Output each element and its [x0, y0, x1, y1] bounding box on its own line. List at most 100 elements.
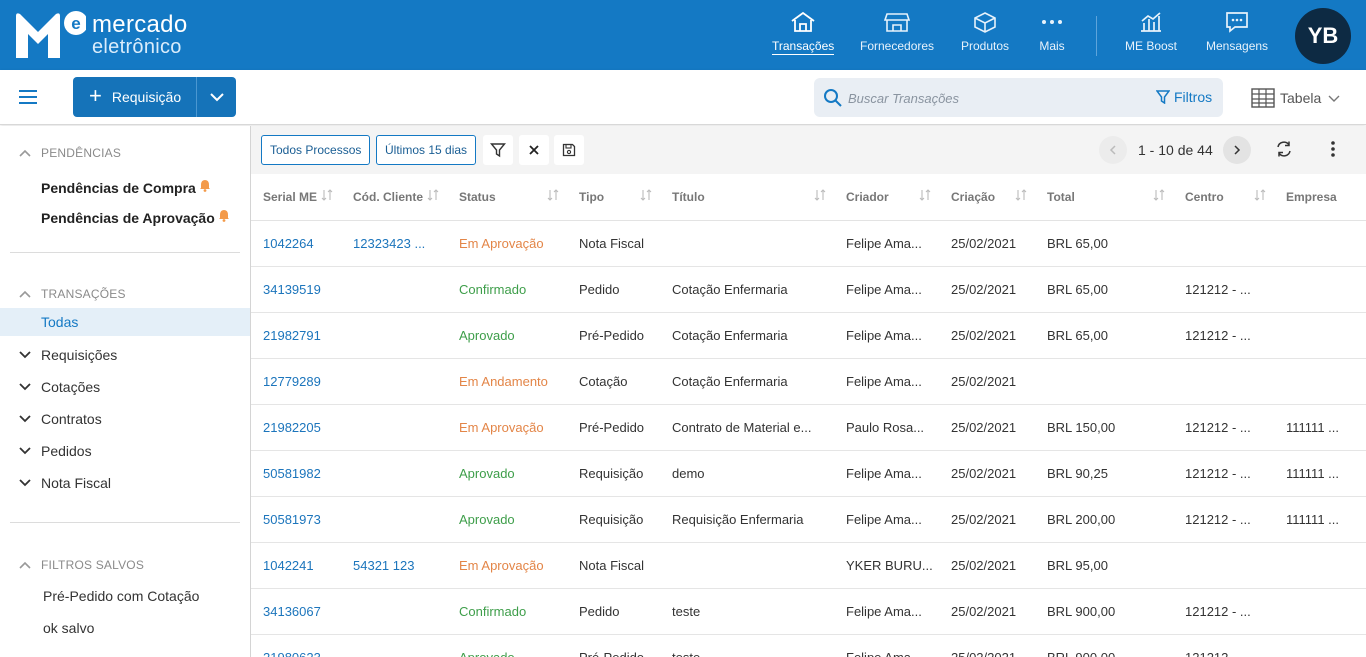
table-cell: Cotação Enfermaria: [660, 266, 834, 313]
serial-link[interactable]: 34139519: [251, 266, 341, 313]
sidebar-item-cotacoes[interactable]: Cotações: [18, 379, 100, 395]
column-header[interactable]: Centro: [1173, 174, 1274, 221]
column-header[interactable]: Serial ME: [251, 174, 341, 221]
requisition-dropdown-button[interactable]: [197, 77, 236, 117]
table-cell: teste: [660, 588, 834, 635]
more-options-icon[interactable]: [1330, 140, 1336, 158]
brand-logo[interactable]: e mercado eletrônico: [14, 10, 187, 60]
nav-me-boost[interactable]: ME Boost: [1125, 10, 1177, 53]
previous-page-button[interactable]: [1099, 136, 1127, 164]
table-row[interactable]: 21982791 Aprovado Pré-Pedido Cotação Enferm…: [251, 312, 1366, 359]
table-cell: BRL 65,00: [1035, 312, 1173, 359]
next-page-button[interactable]: [1223, 136, 1251, 164]
sidebar-item-pendencias-aprovacao[interactable]: Pendências de Aprovação: [41, 209, 230, 226]
clear-filters-button[interactable]: [519, 135, 549, 165]
table-cell: [1274, 634, 1366, 657]
table-cell: 121212 - ...: [1173, 312, 1274, 359]
refresh-icon[interactable]: [1275, 140, 1293, 158]
table-row[interactable]: 34139519 Confirmado Pedido Cotação Enfermar…: [251, 266, 1366, 313]
serial-link[interactable]: 50581973: [251, 496, 341, 543]
table-cell: demo: [660, 450, 834, 497]
serial-link[interactable]: 12779289: [251, 358, 341, 405]
client-code-cell: [341, 312, 447, 359]
sort-icon: [321, 189, 333, 201]
view-mode-select[interactable]: Tabela: [1251, 88, 1346, 108]
serial-link[interactable]: 50581982: [251, 450, 341, 497]
table-row[interactable]: 12779289 Em Andamento Cotação Cotação Enfer…: [251, 358, 1366, 405]
table-cell: Requisição: [567, 450, 660, 497]
column-header[interactable]: Título: [660, 174, 834, 221]
section-filtros-salvos[interactable]: FILTROS SALVOS: [18, 558, 144, 572]
table-row[interactable]: 50581982 Aprovado Requisição demo Felipe Ama…: [251, 450, 1366, 497]
table-row[interactable]: 50581973 Aprovado Requisição Requisição Enf…: [251, 496, 1366, 543]
sidebar-item-nota-fiscal[interactable]: Nota Fiscal: [18, 475, 111, 491]
action-bar: + Requisição Filtros Tabela: [0, 70, 1366, 125]
sidebar-item-todas[interactable]: Todas: [0, 308, 250, 336]
column-header[interactable]: Empresa: [1274, 174, 1366, 221]
nav-transacoes[interactable]: Transações: [772, 10, 835, 55]
column-header[interactable]: Status: [447, 174, 567, 221]
table-row[interactable]: 1042241 54321 123 Em Aprovação Nota Fiscal Y…: [251, 542, 1366, 589]
period-filter-button[interactable]: Últimos 15 dias: [376, 135, 477, 165]
message-icon: [1226, 12, 1248, 33]
bell-icon: [199, 179, 210, 192]
serial-link[interactable]: 34136067: [251, 588, 341, 635]
sidebar-item-pendencias-compra[interactable]: Pendências de Compra: [41, 179, 211, 196]
table-row[interactable]: 21980623 Aprovado Pré-Pedido teste Felipe Am…: [251, 634, 1366, 657]
serial-link[interactable]: 21982205: [251, 404, 341, 451]
sidebar-item-requisicoes[interactable]: Requisições: [18, 347, 117, 363]
brand-line-1: mercado: [92, 11, 188, 38]
section-transacoes[interactable]: TRANSAÇÕES: [18, 287, 126, 301]
sidebar-item-pedidos[interactable]: Pedidos: [18, 443, 92, 459]
saved-filter-item[interactable]: ok salvo: [43, 620, 94, 636]
table-cell: 25/02/2021: [939, 496, 1035, 543]
table-cell: [660, 542, 834, 589]
table-cell: Cotação Enfermaria: [660, 358, 834, 405]
chevron-up-icon: [19, 290, 31, 298]
table-cell: 121212 - ...: [1173, 450, 1274, 497]
filters-button[interactable]: Filtros: [1156, 89, 1212, 105]
menu-icon[interactable]: [19, 90, 37, 104]
section-pendencias[interactable]: PENDÊNCIAS: [18, 146, 121, 160]
filters-label: Filtros: [1174, 89, 1213, 105]
nav-fornecedores[interactable]: Fornecedores: [860, 10, 934, 53]
sidebar-divider: [10, 522, 240, 523]
nav-label: Fornecedores: [860, 39, 935, 53]
new-requisition-button[interactable]: + Requisição: [73, 77, 197, 117]
process-filter-button[interactable]: Todos Processos: [261, 135, 371, 165]
column-header[interactable]: Criador: [834, 174, 939, 221]
client-code-cell: [341, 450, 447, 497]
filter-button[interactable]: [483, 135, 513, 165]
nav-mais[interactable]: Mais: [1039, 10, 1065, 53]
column-header[interactable]: Cód. Cliente: [341, 174, 447, 221]
serial-link[interactable]: 1042241: [251, 542, 341, 589]
nav-mensagens[interactable]: Mensagens: [1206, 10, 1268, 53]
chevron-down-icon: [19, 383, 31, 391]
column-header[interactable]: Criação: [939, 174, 1035, 221]
sidebar-item-label: Pendências de Compra: [41, 180, 196, 196]
chevron-up-icon: [19, 561, 31, 569]
serial-link[interactable]: 1042264: [251, 220, 341, 267]
nav-produtos[interactable]: Produtos: [961, 10, 1009, 53]
sort-icon: [814, 189, 826, 201]
table-row[interactable]: 34136067 Confirmado Pedido teste Felipe Ama.…: [251, 588, 1366, 635]
nav-divider: [1096, 16, 1097, 56]
table-cell: BRL 900,00: [1035, 588, 1173, 635]
serial-link[interactable]: 21982791: [251, 312, 341, 359]
status-cell: Aprovado: [447, 634, 567, 657]
serial-link[interactable]: 21980623: [251, 634, 341, 657]
box-icon: [974, 12, 996, 33]
table-row[interactable]: 1042264 12323423 ... Em Aprovação Nota Fisc…: [251, 220, 1366, 267]
search-box: Filtros: [814, 78, 1223, 117]
search-input[interactable]: [848, 87, 1148, 109]
column-header[interactable]: Total: [1035, 174, 1173, 221]
user-avatar[interactable]: YB: [1295, 8, 1351, 64]
table-row[interactable]: 21982205 Em Aprovação Pré-Pedido Contrato d…: [251, 404, 1366, 451]
table-cell: Felipe Ama...: [834, 588, 939, 635]
saved-filter-item[interactable]: Pré-Pedido com Cotação: [43, 588, 199, 604]
sidebar-item-contratos[interactable]: Contratos: [18, 411, 102, 427]
save-filter-button[interactable]: [554, 135, 584, 165]
table-header-row: Serial ME Cód. Cliente Status Tipo Título Cri…: [251, 174, 1366, 221]
table-cell: 111111 ...: [1274, 496, 1366, 543]
column-header[interactable]: Tipo: [567, 174, 660, 221]
